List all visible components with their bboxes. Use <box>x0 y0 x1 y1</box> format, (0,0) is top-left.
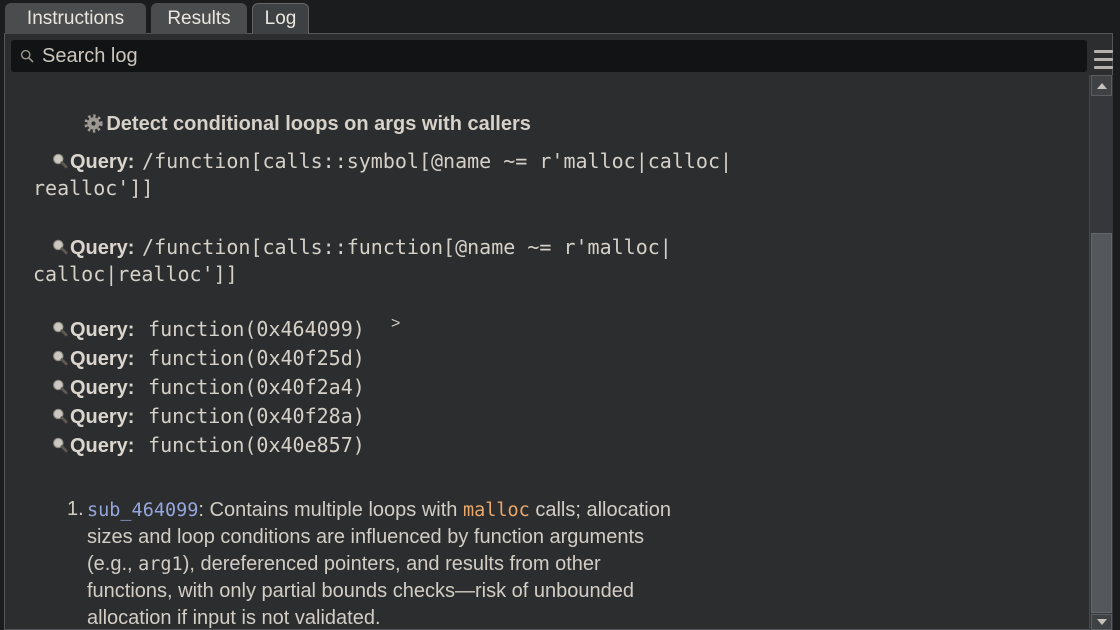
menu-icon[interactable] <box>1094 50 1113 69</box>
query-line: Query: function(0x40f25d) <box>52 346 365 372</box>
result-text: calls; allocation <box>530 499 671 521</box>
log-content: Detect conditional loops on args with ca… <box>5 75 1088 630</box>
magnifier-icon <box>52 379 69 396</box>
log-header-text: Detect conditional loops on args with ca… <box>106 113 531 135</box>
scroll-down-button[interactable] <box>1091 614 1112 630</box>
scrollbar[interactable] <box>1089 75 1113 630</box>
query-code: /function[calls::function[@name ~= r'mal… <box>142 235 672 259</box>
result-text: functions, with only partial bounds chec… <box>87 580 634 602</box>
result-text: ), dereferenced pointers, and results fr… <box>183 553 601 575</box>
query-code: function(0x40e857) <box>148 433 365 457</box>
gear-icon <box>84 114 103 133</box>
result-line: sub_464099: Contains multiple loops with… <box>87 498 671 523</box>
result-line: sizes and loop conditions are influenced… <box>87 525 644 550</box>
query-line: Query: function(0x40f28a) <box>52 404 365 430</box>
tab-results[interactable]: Results <box>151 3 247 34</box>
magnifier-icon <box>52 321 69 338</box>
result-text: sizes and loop conditions are influenced… <box>87 526 644 548</box>
tab-log[interactable]: Log <box>252 3 309 34</box>
down-arrow-icon <box>1097 619 1107 625</box>
up-arrow-icon <box>1097 83 1107 89</box>
query-label: Query: <box>70 377 134 399</box>
result-text: malloc <box>463 500 530 521</box>
query-label: Query: <box>70 237 134 259</box>
result-line: functions, with only partial bounds chec… <box>87 579 634 604</box>
magnifier-icon <box>52 437 69 454</box>
result-number: 1. <box>67 498 84 521</box>
magnifier-icon <box>52 408 69 425</box>
query-label: Query: <box>70 435 134 457</box>
magnifier-icon <box>52 239 69 256</box>
search-bar[interactable]: Search log <box>11 40 1087 72</box>
scrollbar-thumb[interactable] <box>1091 233 1112 613</box>
expand-chevron-icon[interactable]: > <box>391 315 400 333</box>
query-code: function(0x464099) <box>148 317 365 341</box>
result-line: allocation if input is not validated. <box>87 606 381 630</box>
result-text: : Contains multiple loops with <box>198 499 463 521</box>
query-code: function(0x40f2a4) <box>148 375 365 399</box>
query-line-wrap: calloc|realloc']] <box>31 262 238 288</box>
query-label: Query: <box>70 348 134 370</box>
query-line: Query: function(0x40e857) <box>52 433 365 459</box>
log-panel: Search log Detect conditional loops on a… <box>4 33 1113 630</box>
query-line: Query: /function[calls::function[@name ~… <box>52 235 672 261</box>
query-code: function(0x40f28a) <box>148 404 365 428</box>
tab-bar: InstructionsResultsLog <box>5 3 309 34</box>
query-line: Query: /function[calls::symbol[@name ~= … <box>52 149 732 175</box>
query-code: /function[calls::symbol[@name ~= r'mallo… <box>142 149 732 173</box>
query-code: realloc']] <box>33 176 153 200</box>
query-label: Query: <box>70 151 134 173</box>
result-text: arg1 <box>138 554 183 575</box>
result-text: (e.g., <box>87 553 138 575</box>
query-line-wrap: realloc']] <box>31 176 153 202</box>
magnifier-icon <box>52 153 69 170</box>
function-link[interactable]: sub_464099 <box>87 500 198 521</box>
magnifier-icon <box>52 350 69 367</box>
query-line: Query: function(0x464099) <box>52 317 365 343</box>
query-code: calloc|realloc']] <box>33 262 238 286</box>
search-icon <box>20 49 35 64</box>
scroll-up-button[interactable] <box>1091 75 1112 96</box>
query-label: Query: <box>70 406 134 428</box>
result-line: (e.g., arg1), dereferenced pointers, and… <box>87 552 601 577</box>
query-line: Query: function(0x40f2a4) <box>52 375 365 401</box>
query-code: function(0x40f25d) <box>148 346 365 370</box>
search-placeholder: Search log <box>42 45 138 68</box>
query-label: Query: <box>70 319 134 341</box>
tab-instructions[interactable]: Instructions <box>5 3 146 34</box>
result-text: allocation if input is not validated. <box>87 607 381 629</box>
